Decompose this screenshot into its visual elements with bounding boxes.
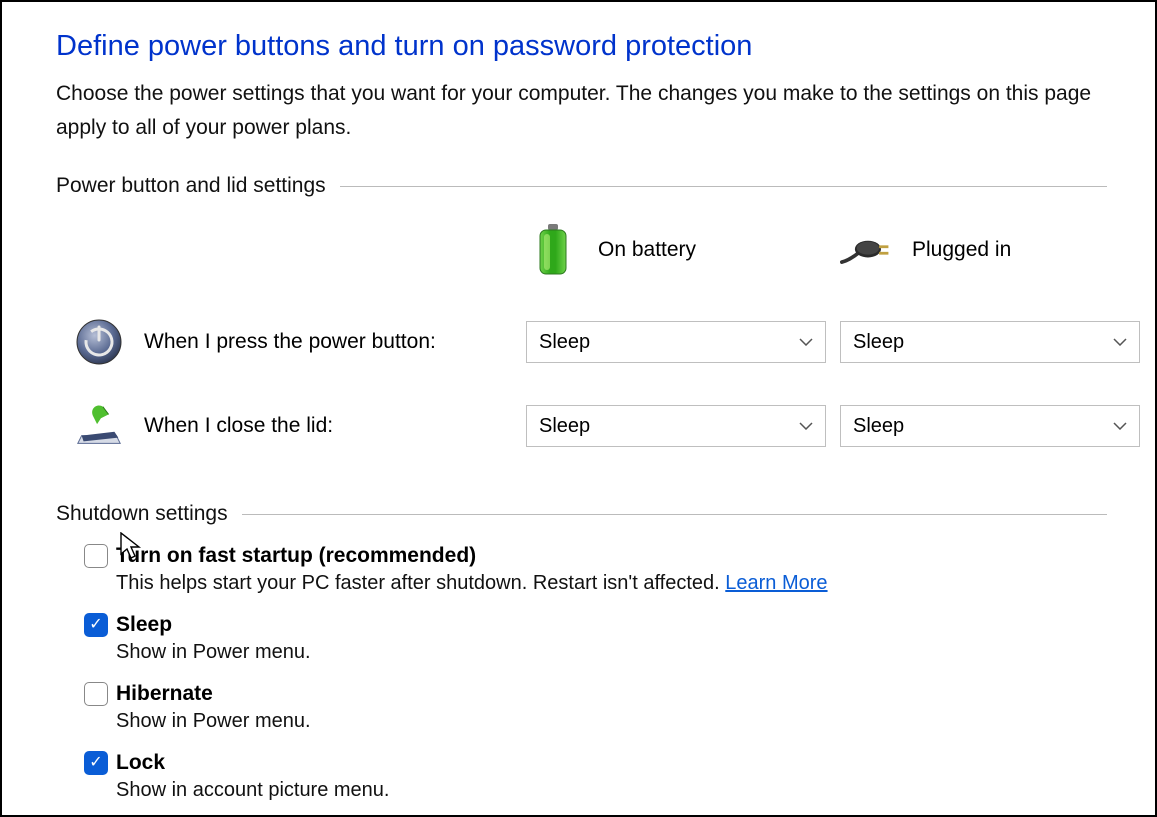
fast-startup-desc: This helps start your PC faster after sh… — [116, 572, 1107, 595]
check-icon: ✓ — [89, 755, 102, 771]
lock-desc: Show in account picture menu. — [116, 779, 1107, 802]
fast-startup-checkbox[interactable] — [84, 544, 108, 568]
column-header-plugged-label: Plugged in — [912, 238, 1011, 262]
hibernate-title: Hibernate — [116, 682, 213, 706]
checkbox-item-fast-startup: Turn on fast startup (recommended) This … — [84, 544, 1107, 595]
column-header-plugged: Plugged in — [840, 225, 1140, 291]
sleep-title: Sleep — [116, 613, 172, 637]
power-button-icon — [72, 318, 126, 366]
section-header-shutdown: Shutdown settings — [56, 502, 1107, 526]
battery-icon — [526, 224, 580, 276]
plug-icon — [840, 233, 894, 267]
row-label-power-button: When I press the power button: — [72, 300, 512, 384]
row-label-close-lid: When I close the lid: — [72, 384, 512, 468]
section-header-shutdown-text: Shutdown settings — [56, 502, 242, 526]
page-description: Choose the power settings that you want … — [56, 77, 1107, 144]
laptop-lid-icon — [72, 402, 126, 450]
hibernate-checkbox[interactable] — [84, 682, 108, 706]
page-title: Define power buttons and turn on passwor… — [56, 30, 1107, 63]
hibernate-desc: Show in Power menu. — [116, 710, 1107, 733]
column-header-battery-label: On battery — [598, 238, 696, 262]
close-lid-plugged-select[interactable]: Sleep — [840, 405, 1140, 447]
power-button-plugged-select[interactable]: Sleep — [840, 321, 1140, 363]
lock-checkbox[interactable]: ✓ — [84, 751, 108, 775]
learn-more-link[interactable]: Learn More — [725, 572, 827, 594]
fast-startup-title: Turn on fast startup (recommended) — [116, 544, 476, 568]
divider — [340, 186, 1107, 187]
divider — [242, 514, 1107, 515]
power-button-battery-select[interactable]: Sleep — [526, 321, 826, 363]
sleep-checkbox[interactable]: ✓ — [84, 613, 108, 637]
checkbox-item-lock: ✓ Lock Show in account picture menu. — [84, 751, 1107, 802]
sleep-desc: Show in Power menu. — [116, 641, 1107, 664]
power-options-panel: Define power buttons and turn on passwor… — [0, 0, 1157, 817]
row-label-close-lid-text: When I close the lid: — [144, 414, 333, 438]
section-header-text: Power button and lid settings — [56, 174, 340, 198]
row-label-power-button-text: When I press the power button: — [144, 330, 436, 354]
column-header-battery: On battery — [526, 216, 826, 300]
check-icon: ✓ — [89, 617, 102, 633]
close-lid-battery-select[interactable]: Sleep — [526, 405, 826, 447]
checkbox-item-sleep: ✓ Sleep Show in Power menu. — [84, 613, 1107, 664]
checkbox-item-hibernate: Hibernate Show in Power menu. — [84, 682, 1107, 733]
lock-title: Lock — [116, 751, 165, 775]
section-header-power-button: Power button and lid settings — [56, 174, 1107, 198]
